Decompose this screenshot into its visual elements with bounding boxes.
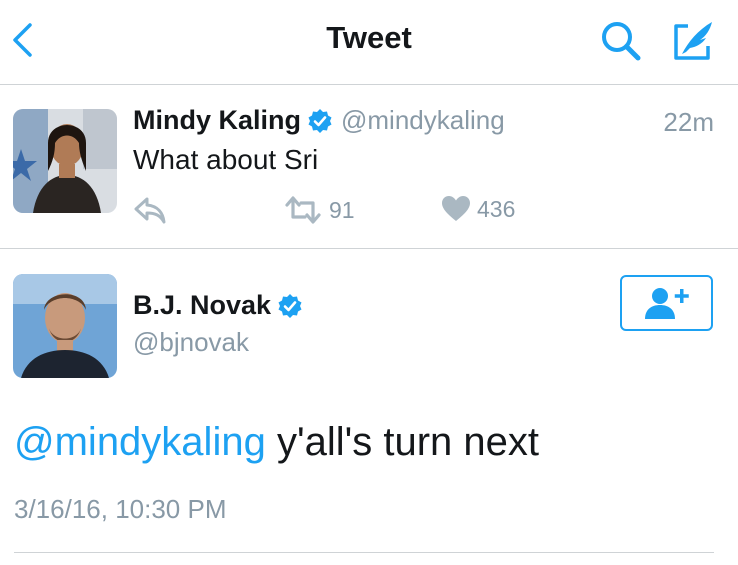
reply-tweet[interactable]: Mindy Kaling @mindykaling 22m What about… (0, 85, 738, 249)
retweet-button[interactable]: 91 (283, 195, 355, 225)
author-name[interactable]: Mindy Kaling (133, 105, 301, 135)
compose-tweet-button[interactable] (668, 16, 718, 66)
tweet-time: 22m (663, 107, 714, 137)
reply-button[interactable] (133, 195, 167, 225)
avatar[interactable] (13, 274, 117, 378)
like-button[interactable]: 436 (441, 195, 515, 223)
mention-link[interactable]: @mindykaling (14, 420, 266, 464)
tweet-text: @mindykaling y'all's turn next (14, 420, 539, 465)
heart-icon (442, 196, 470, 221)
author-row: Mindy Kaling @mindykaling (133, 105, 505, 136)
author-row: B.J. Novak (133, 290, 303, 321)
author-handle: @bjnovak (133, 327, 250, 357)
top-navigation-bar: Tweet (0, 0, 738, 85)
follow-button[interactable] (620, 275, 713, 331)
search-icon (602, 22, 641, 61)
add-user-icon (644, 288, 689, 319)
divider (14, 552, 714, 553)
verified-badge-icon (278, 293, 302, 318)
author-handle: @mindykaling (341, 105, 505, 135)
verified-badge-icon (308, 108, 332, 133)
retweet-count: 91 (329, 196, 355, 223)
avatar[interactable] (13, 109, 117, 213)
tweet-body: y'all's turn next (265, 420, 539, 464)
like-count: 436 (477, 195, 516, 222)
search-button[interactable] (598, 18, 644, 64)
reply-icon (134, 197, 166, 224)
tweet-timestamp: 3/16/16, 10:30 PM (14, 494, 227, 524)
tweet-text: What about Sri (133, 144, 319, 175)
author-name[interactable]: B.J. Novak (133, 290, 271, 320)
retweet-icon (285, 196, 321, 224)
compose-tweet-icon (674, 22, 712, 60)
